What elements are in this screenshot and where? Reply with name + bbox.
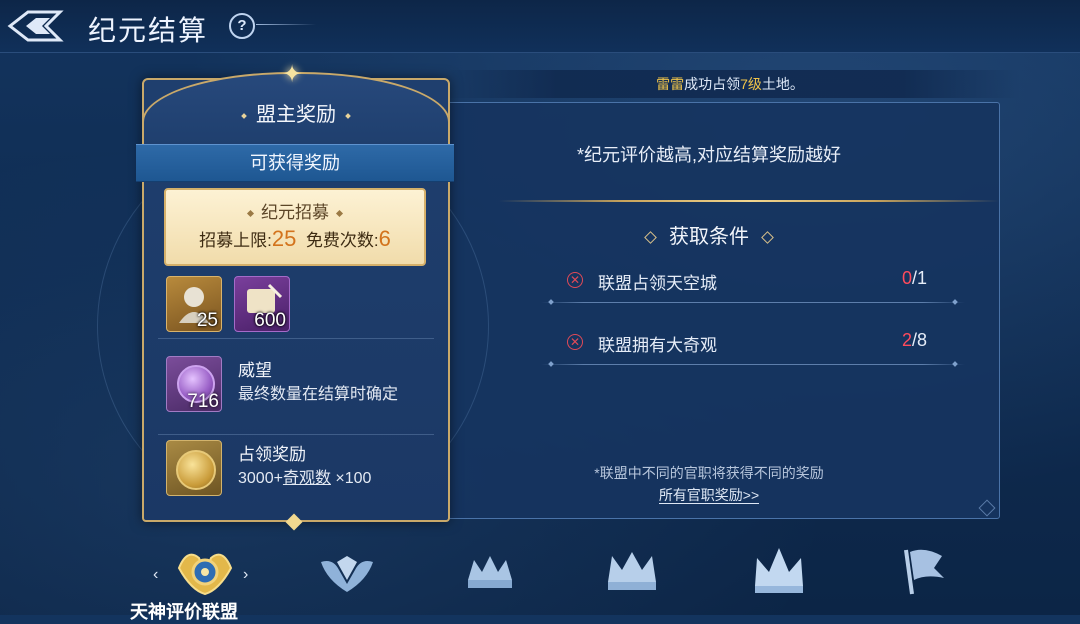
condition-row: ✕ 联盟拥有大奇观 2/8	[541, 325, 965, 365]
link-text[interactable]: 所有官职奖励>>	[658, 487, 760, 504]
conditions-heading: 获取条件	[419, 220, 999, 249]
occupy-multiplier: ×100	[330, 470, 372, 487]
tier-graphic	[321, 556, 373, 592]
condition-row: ✕ 联盟占领天空城 0/1	[541, 263, 965, 303]
card-title-text: 盟主奖励	[256, 104, 336, 126]
recruit-limit-value: 25	[271, 226, 297, 251]
dot-icon	[241, 112, 247, 119]
tier-graphic	[608, 552, 656, 590]
recruit-title-text: 纪元招募	[261, 203, 329, 222]
tier-graphic	[904, 549, 944, 595]
prestige-desc: 最终数量在结算时确定	[238, 386, 399, 403]
position-reward-note: *联盟中不同的官职将获得不同的奖励	[594, 465, 824, 481]
tier-graphic	[468, 556, 512, 588]
era-recruit-box: 纪元招募 招募上限:25 免费次数:6	[164, 188, 426, 266]
gem-ornament	[285, 513, 303, 531]
item-count: 25	[196, 310, 218, 331]
item-count: 600	[254, 310, 286, 331]
dot-icon	[345, 112, 351, 119]
leader-reward-card: 盟主奖励 可获得奖励 纪元招募 招募上限:25 免费次数:6 25 600 71…	[136, 72, 454, 531]
coin-graphic	[176, 450, 216, 490]
row-divider	[541, 302, 965, 303]
gold-divider	[499, 200, 999, 202]
header-bar: 纪元结算 ?	[0, 0, 1080, 53]
condition-current: 0	[901, 268, 912, 288]
land-level: 7级	[740, 76, 762, 92]
selected-tier-label: 天神评价联盟	[130, 602, 238, 622]
occupy-reward: 占领奖励 3000+奇观数 ×100	[158, 426, 434, 504]
divider	[158, 338, 434, 339]
diamond-icon	[644, 231, 657, 245]
banner-suffix: 土地。	[761, 76, 804, 92]
back-button[interactable]	[6, 8, 64, 44]
gold-coin-icon[interactable]	[166, 440, 222, 496]
divider	[256, 24, 316, 25]
row-divider	[541, 364, 965, 365]
card-title: 盟主奖励	[144, 98, 448, 127]
scroll-quill-icon[interactable]: 600	[234, 276, 290, 332]
flag-icon[interactable]	[882, 535, 962, 605]
conditions-panel: *纪元评价越高,对应结算奖励越好 获取条件 ✕ 联盟占领天空城 0/1 ✕ 联盟…	[418, 102, 1000, 519]
all-position-rewards-link[interactable]: 所有官职奖励>>	[419, 485, 999, 505]
prestige-medal-icon[interactable]: 716	[166, 356, 222, 412]
help-icon[interactable]: ?	[229, 13, 255, 39]
fail-x-icon: ✕	[567, 272, 583, 288]
fail-x-icon: ✕	[567, 334, 583, 350]
free-count-value: 6	[378, 226, 391, 251]
gold-wings-emblem-icon[interactable]	[163, 535, 243, 605]
bust-statue-icon[interactable]: 25	[166, 276, 222, 332]
player-name: 雷雷	[656, 76, 685, 92]
laurel-crown-icon[interactable]	[448, 535, 528, 605]
evaluation-tip: *纪元评价越高,对应结算奖励越好	[576, 145, 841, 165]
prestige-reward: 716 威望 最终数量在结算时确定	[158, 342, 434, 420]
page-title: 纪元结算	[88, 15, 209, 46]
condition-current: 2	[901, 330, 912, 350]
conditions-title-text: 获取条件	[669, 226, 749, 248]
prestige-name: 威望	[238, 361, 272, 380]
wonder-count-term: 奇观数	[282, 470, 331, 487]
occupy-base: 3000+	[238, 470, 283, 487]
next-tier-arrow[interactable]: ›	[243, 566, 248, 584]
condition-total: /1	[911, 268, 927, 288]
banner-text: 成功占领	[684, 76, 741, 92]
recruit-limit-label: 招募上限:	[199, 231, 272, 250]
diamond-icon	[246, 209, 255, 218]
occupation-banner: 雷雷成功占领7级土地。	[440, 70, 1020, 98]
recruit-title: 纪元招募	[166, 198, 424, 223]
available-rewards-ribbon: 可获得奖励	[136, 144, 454, 182]
prestige-count: 716	[187, 391, 219, 412]
recruit-stats: 招募上限:25 免费次数:6	[166, 226, 424, 252]
condition-label: 联盟拥有大奇观	[598, 336, 717, 355]
star-ornament-icon: ✦	[282, 61, 303, 88]
condition-total: /8	[911, 330, 927, 350]
jeweled-crown-icon[interactable]	[590, 535, 670, 605]
condition-progress: 0/1	[902, 268, 927, 289]
diamond-icon	[761, 231, 774, 245]
back-arrow-icon	[7, 10, 64, 42]
spiked-crown-icon[interactable]	[737, 535, 817, 605]
free-count-label: 免费次数:	[305, 231, 379, 250]
diamond-icon	[335, 209, 344, 218]
occupy-name: 占领奖励	[238, 445, 306, 464]
occupy-desc: 3000+奇观数 ×100	[238, 464, 371, 488]
emblem-graphic	[177, 553, 233, 596]
condition-label: 联盟占领天空城	[598, 274, 717, 293]
prev-tier-arrow[interactable]: ‹	[153, 566, 158, 584]
condition-progress: 2/8	[902, 330, 927, 351]
tier-graphic	[755, 548, 803, 593]
winged-diamond-icon[interactable]	[305, 535, 385, 605]
